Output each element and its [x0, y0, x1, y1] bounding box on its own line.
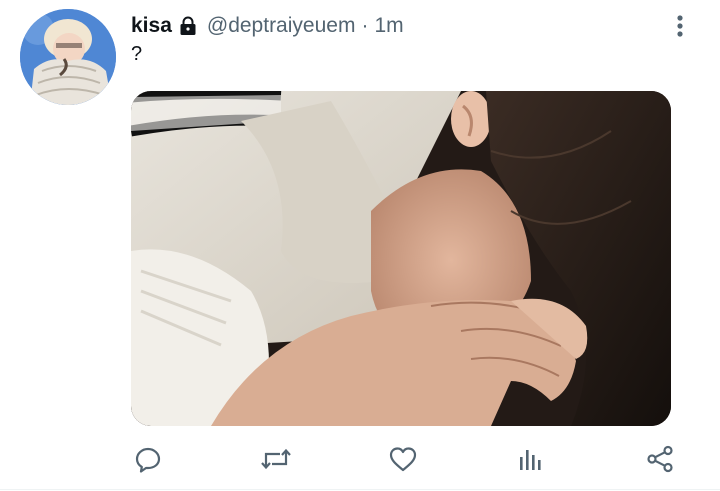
tweet-text: ? — [131, 43, 143, 65]
tweet-media[interactable] — [131, 91, 671, 426]
lock-icon — [178, 16, 198, 36]
display-name[interactable]: kisa — [131, 14, 172, 38]
timestamp[interactable]: 1m — [374, 14, 403, 38]
heart-icon — [389, 447, 417, 472]
retweet-button[interactable] — [254, 440, 298, 478]
avatar[interactable] — [20, 9, 116, 105]
user-handle[interactable]: @deptraiyeuem — [207, 14, 356, 38]
tweet-header: kisa @deptraiyeuem · 1m — [131, 12, 404, 40]
share-button[interactable] — [638, 440, 682, 478]
tweet-actions — [126, 440, 686, 478]
reply-icon — [135, 447, 161, 473]
separator-dot: · — [361, 14, 369, 37]
like-button[interactable] — [381, 440, 425, 478]
reply-button[interactable] — [126, 440, 170, 478]
avatar-image — [20, 9, 116, 105]
tweet[interactable]: kisa @deptraiyeuem · 1m ? — [0, 0, 720, 491]
divider — [0, 489, 720, 490]
more-options-button[interactable] — [664, 11, 696, 41]
more-vertical-icon — [677, 15, 683, 37]
analytics-button[interactable] — [509, 440, 553, 478]
retweet-icon — [261, 448, 291, 470]
analytics-icon — [520, 450, 541, 470]
media-photo — [131, 91, 671, 426]
share-icon — [647, 445, 673, 473]
